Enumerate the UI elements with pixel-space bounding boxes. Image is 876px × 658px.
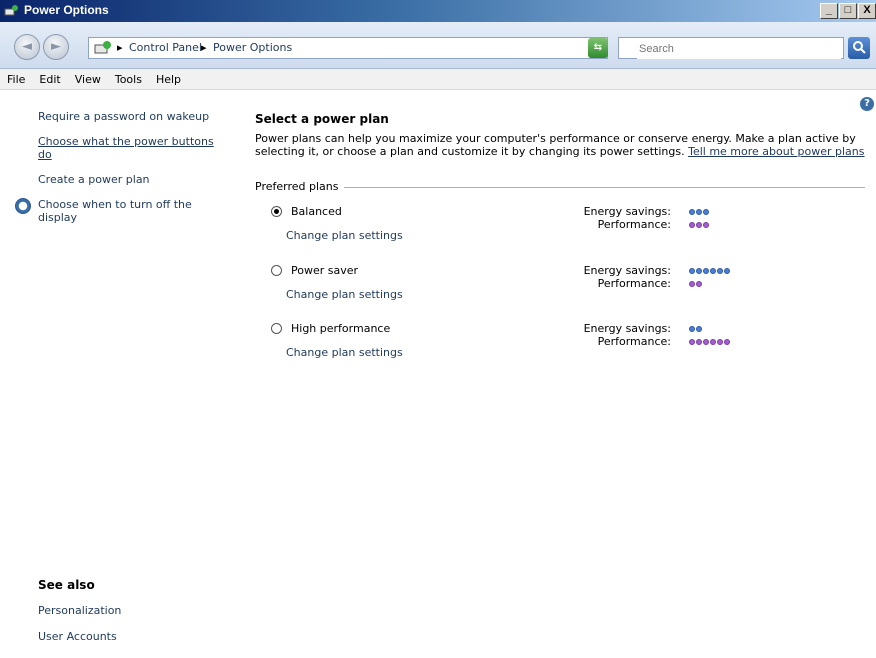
- refresh-icon: ⇆: [593, 42, 603, 53]
- energy-dot-icon: [689, 209, 695, 215]
- performance-dot-icon: [724, 339, 730, 345]
- menu-file[interactable]: File: [0, 73, 32, 86]
- energy-savings-rating: [689, 325, 703, 334]
- energy-savings-label: Energy savings:: [583, 264, 671, 277]
- energy-dot-icon: [696, 326, 702, 332]
- performance-dot-icon: [689, 339, 695, 345]
- address-bar[interactable]: ▸ Control Panel ▸ Power Options ▼: [88, 37, 608, 59]
- plan-name[interactable]: Power saver: [291, 264, 358, 277]
- create-plan-link[interactable]: Create a power plan: [38, 173, 150, 186]
- window-title: Power Options: [24, 3, 109, 17]
- performance-dot-icon: [689, 281, 695, 287]
- personalization-link[interactable]: Personalization: [38, 604, 121, 617]
- group-label: Preferred plans: [255, 180, 345, 193]
- title-bar: Power Options _ □ X: [0, 0, 876, 22]
- close-button[interactable]: X: [858, 3, 876, 19]
- help-icon[interactable]: ?: [860, 97, 874, 111]
- menu-help[interactable]: Help: [149, 73, 188, 86]
- performance-dot-icon: [696, 222, 702, 228]
- forward-arrow-icon: ►: [51, 39, 61, 54]
- performance-dot-icon: [696, 339, 702, 345]
- back-button[interactable]: ◄: [14, 34, 40, 60]
- page-description: Power plans can help you maximize your c…: [255, 132, 865, 158]
- breadcrumb-separator: ▸: [117, 41, 123, 54]
- energy-savings-rating: [689, 267, 731, 276]
- energy-savings-label: Energy savings:: [583, 322, 671, 335]
- performance-dot-icon: [689, 222, 695, 228]
- performance-dot-icon: [703, 222, 709, 228]
- page-title: Select a power plan: [255, 112, 389, 126]
- performance-rating: [689, 338, 731, 347]
- energy-savings-rating: [689, 208, 710, 217]
- plan-radio[interactable]: [271, 206, 282, 217]
- energy-dot-icon: [717, 268, 723, 274]
- performance-label: Performance:: [597, 277, 671, 290]
- search-input[interactable]: [637, 39, 841, 59]
- menu-tools[interactable]: Tools: [108, 73, 149, 86]
- minimize-button[interactable]: _: [820, 3, 838, 19]
- group-divider: [343, 187, 865, 188]
- back-arrow-icon: ◄: [22, 39, 32, 54]
- performance-rating: [689, 280, 703, 289]
- see-also-heading: See also: [38, 578, 95, 592]
- refresh-button[interactable]: ⇆: [588, 38, 608, 58]
- performance-rating: [689, 221, 710, 230]
- turn-off-display-link[interactable]: Choose when to turn off the display: [38, 198, 208, 224]
- clock-icon: [15, 198, 31, 214]
- plan-name[interactable]: Balanced: [291, 205, 342, 218]
- energy-dot-icon: [689, 268, 695, 274]
- search-box[interactable]: [618, 37, 844, 59]
- address-toolbar: ◄ ► ▸ Control Panel ▸ Power Options ▼ ⇆: [0, 22, 876, 69]
- energy-dot-icon: [696, 268, 702, 274]
- preferred-plans-group: Preferred plans: [255, 180, 865, 193]
- menu-bar: File Edit View Tools Help: [0, 69, 876, 90]
- breadcrumb-control-panel[interactable]: Control Panel: [129, 41, 202, 54]
- energy-dot-icon: [689, 326, 695, 332]
- plan-name[interactable]: High performance: [291, 322, 390, 335]
- performance-dot-icon: [703, 339, 709, 345]
- performance-label: Performance:: [597, 218, 671, 231]
- menu-view[interactable]: View: [68, 73, 108, 86]
- energy-dot-icon: [703, 209, 709, 215]
- menu-edit[interactable]: Edit: [32, 73, 67, 86]
- change-plan-settings-link[interactable]: Change plan settings: [286, 346, 403, 359]
- search-icon: [853, 41, 866, 54]
- breadcrumb-separator: ▸: [201, 41, 207, 54]
- search-button[interactable]: [848, 37, 870, 59]
- maximize-button[interactable]: □: [839, 3, 857, 19]
- breadcrumb-power-options[interactable]: Power Options: [213, 41, 292, 54]
- energy-dot-icon: [696, 209, 702, 215]
- performance-dot-icon: [710, 339, 716, 345]
- performance-dot-icon: [717, 339, 723, 345]
- learn-more-link[interactable]: Tell me more about power plans: [688, 145, 864, 158]
- require-password-link[interactable]: Require a password on wakeup: [38, 110, 209, 123]
- plan-radio[interactable]: [271, 323, 282, 334]
- change-plan-settings-link[interactable]: Change plan settings: [286, 288, 403, 301]
- energy-dot-icon: [703, 268, 709, 274]
- energy-dot-icon: [710, 268, 716, 274]
- plan-radio[interactable]: [271, 265, 282, 276]
- change-plan-settings-link[interactable]: Change plan settings: [286, 229, 403, 242]
- forward-button[interactable]: ►: [43, 34, 69, 60]
- power-buttons-link[interactable]: Choose what the power buttons do: [38, 135, 218, 161]
- power-options-icon: [4, 5, 18, 16]
- control-panel-icon: [94, 41, 111, 54]
- performance-label: Performance:: [597, 335, 671, 348]
- caption-buttons: _ □ X: [820, 3, 876, 19]
- task-pane: Require a password on wakeup Choose what…: [0, 90, 230, 658]
- energy-savings-label: Energy savings:: [583, 205, 671, 218]
- energy-dot-icon: [724, 268, 730, 274]
- user-accounts-link[interactable]: User Accounts: [38, 630, 117, 643]
- performance-dot-icon: [696, 281, 702, 287]
